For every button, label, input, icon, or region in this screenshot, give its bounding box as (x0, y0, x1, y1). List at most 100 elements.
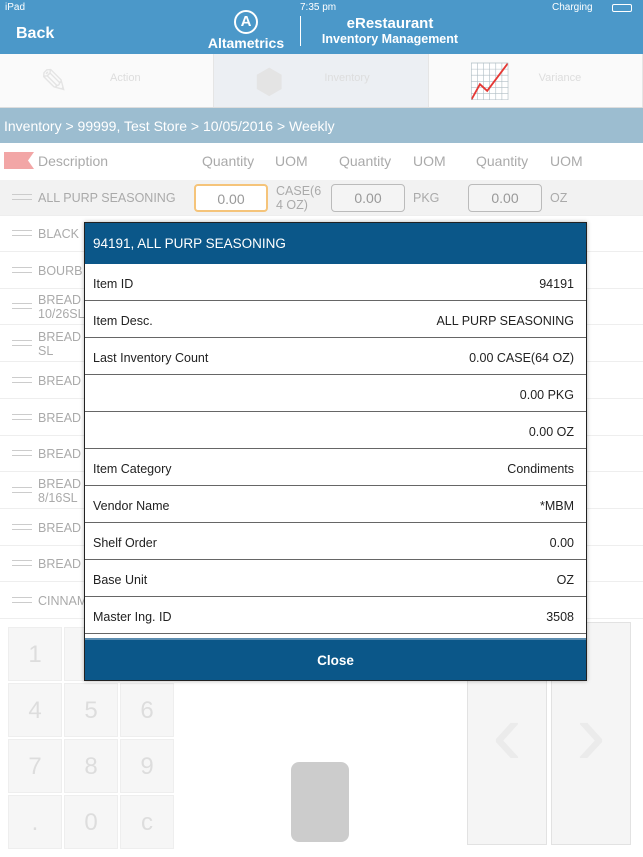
detail-label: Vendor Name (93, 499, 170, 513)
drag-handle-icon[interactable] (12, 340, 32, 347)
logo-icon: A (234, 10, 258, 34)
keypad-key[interactable]: c (120, 795, 174, 849)
drag-handle-icon[interactable] (12, 303, 32, 310)
item-detail-modal: 94191, ALL PURP SEASONING Item ID 94191 It… (84, 222, 587, 681)
item-description: BREAD (38, 447, 82, 462)
col-quantity-1: Quantity (202, 153, 255, 169)
detail-row: Shelf Order 0.00 (85, 523, 586, 560)
keypad-key[interactable]: 7 (8, 739, 62, 793)
detail-label: Base Unit (93, 573, 148, 587)
detail-row: Last Inventory Count 0.00 CASE(64 OZ) (85, 338, 586, 375)
drag-handle-icon[interactable] (12, 597, 32, 603)
app-title-line1: eRestaurant (346, 15, 434, 32)
item-description: BREAD 10/26SL (38, 293, 85, 322)
table-row-selected[interactable]: ALL PURP SEASONING 0.00 CASE(6 4 OZ) 0.0… (0, 180, 643, 216)
drag-handle-icon[interactable] (12, 486, 32, 493)
drag-handle-icon[interactable] (12, 560, 32, 567)
keypad-key[interactable]: . (8, 795, 62, 849)
battery-status: Charging (552, 2, 593, 13)
detail-value: 0.00 PKG (519, 388, 574, 402)
col-quantity-3: Quantity (476, 153, 529, 169)
detail-row: Base Unit OZ (85, 560, 586, 597)
detail-row: 0.00 PKG (85, 375, 586, 412)
col-uom-1: UOM (275, 153, 308, 169)
chart-icon: 📈 (468, 63, 511, 101)
tab-action[interactable]: ✎ Action (0, 54, 215, 107)
keypad-key[interactable]: 0 (64, 795, 118, 849)
tab-inventory[interactable]: ⬢ Inventory (214, 54, 429, 107)
drag-handle-icon[interactable] (12, 266, 32, 273)
item-description: ALL PURP SEASONING (38, 191, 176, 205)
drag-handle-icon[interactable] (12, 230, 32, 236)
keypad-key[interactable]: 6 (120, 683, 174, 737)
app-header: iPad 7:35 pm Charging Back A Altametrics… (0, 0, 643, 54)
detail-value: 94191 (539, 277, 574, 291)
keypad-key[interactable]: 4 (8, 683, 62, 737)
modal-title: 94191, ALL PURP SEASONING (85, 223, 586, 264)
col-quantity-2: Quantity (339, 153, 392, 169)
item-description: BREAD (38, 410, 82, 425)
item-description: BREAD (38, 373, 82, 388)
battery-icon (612, 4, 632, 12)
col-uom-2: UOM (413, 153, 446, 169)
quantity-input-3[interactable]: 0.00 (468, 184, 542, 212)
tab-label: Action (110, 72, 141, 84)
drag-handle-icon[interactable] (12, 413, 32, 420)
detail-value: 0.00 OZ (528, 425, 574, 439)
detail-label: Last Inventory Count (93, 351, 209, 365)
detail-value: OZ (556, 573, 574, 587)
drag-handle-icon[interactable] (12, 450, 32, 457)
item-description: BREAD (38, 520, 82, 535)
column-headers: Description Quantity UOM Quantity UOM Qu… (0, 143, 643, 180)
item-description: BREAD SL (38, 330, 82, 359)
close-button[interactable]: Close (85, 638, 586, 680)
keypad-key[interactable]: 5 (64, 683, 118, 737)
item-description: BLACK (38, 227, 79, 241)
app-title: eRestaurant Inventory Management (310, 15, 470, 46)
flag-icon[interactable] (4, 152, 34, 169)
tab-variance[interactable]: 📈 Variance (428, 54, 643, 107)
col-uom-3: UOM (550, 153, 583, 169)
detail-label: Item Category (93, 462, 172, 476)
detail-row: Item ID 94191 (85, 264, 586, 301)
app-title-line2: Inventory Management (321, 32, 459, 46)
calculator-icon[interactable] (291, 762, 349, 842)
drag-handle-icon[interactable] (12, 376, 32, 383)
quantity-input-1[interactable]: 0.00 (194, 184, 268, 212)
tab-bar: ✎ Action ⬢ Inventory 📈 Variance (0, 54, 643, 108)
item-description: CINNAM (38, 594, 88, 608)
detail-label: Item ID (93, 277, 134, 291)
box-icon: ⬢ (254, 63, 285, 101)
uom-2: PKG (413, 191, 440, 205)
detail-value: 0.00 CASE(64 OZ) (469, 351, 574, 365)
detail-row: Master Ing. ID 3508 (85, 597, 586, 634)
breadcrumb: Inventory > 99999, Test Store > 10/05/20… (0, 108, 643, 143)
divider (300, 16, 301, 46)
quantity-input-2[interactable]: 0.00 (331, 184, 405, 212)
detail-row: Vendor Name *MBM (85, 486, 586, 523)
detail-label: Shelf Order (93, 536, 157, 550)
uom-3: OZ (550, 191, 568, 205)
tab-label: Variance (538, 72, 582, 84)
device-label: iPad (5, 2, 26, 13)
detail-value: 3508 (546, 610, 574, 624)
pencil-icon: ✎ (40, 63, 69, 101)
keypad-key[interactable]: 8 (64, 739, 118, 793)
drag-handle-icon[interactable] (12, 523, 32, 530)
item-description: BREAD 8/16SL (38, 476, 82, 505)
logo: A Altametrics (198, 10, 294, 51)
drag-handle-icon[interactable] (12, 194, 32, 200)
detail-label: Master Ing. ID (93, 610, 172, 624)
detail-value: 0.00 (549, 536, 574, 550)
keypad-key[interactable]: 1 (8, 627, 62, 681)
keypad-key[interactable]: 9 (120, 739, 174, 793)
back-button[interactable]: Back (16, 25, 54, 43)
detail-label: Item Desc. (93, 314, 153, 328)
item-description: BREAD (38, 557, 82, 572)
detail-value: ALL PURP SEASONING (436, 314, 574, 328)
detail-row: 0.00 OZ (85, 412, 586, 449)
item-description: BOURB (38, 263, 83, 278)
detail-row: Item Desc. ALL PURP SEASONING (85, 301, 586, 338)
uom-1: CASE(6 4 OZ) (276, 184, 322, 212)
detail-row: Item Category Condiments (85, 449, 586, 486)
